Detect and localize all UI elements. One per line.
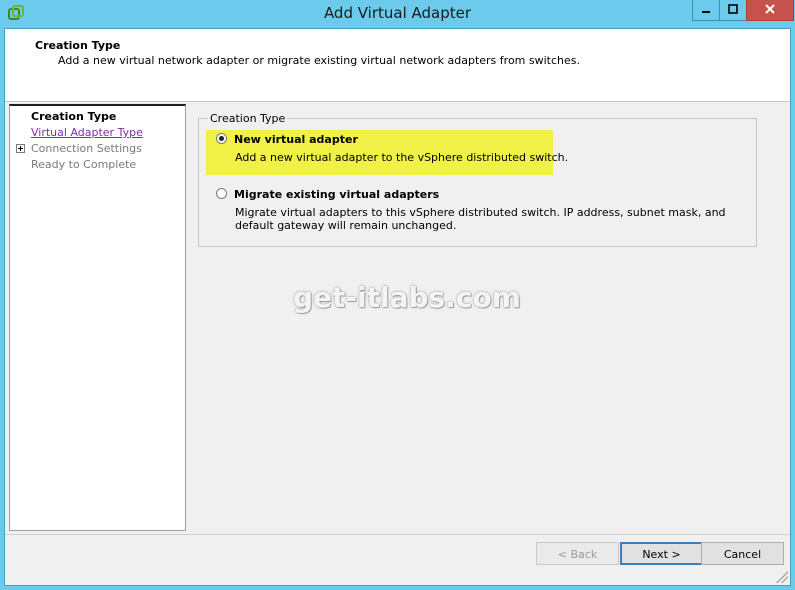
- new-virtual-adapter-description: Add a new virtual adapter to the vSphere…: [235, 151, 569, 164]
- migrate-adapters-description: Migrate virtual adapters to this vSphere…: [235, 206, 726, 232]
- cancel-button[interactable]: Cancel: [701, 542, 784, 565]
- new-virtual-adapter-label[interactable]: New virtual adapter: [234, 133, 358, 146]
- minimize-button[interactable]: [692, 0, 720, 21]
- maximize-button[interactable]: [719, 0, 747, 21]
- watermark: get-itlabs.com: [293, 281, 521, 314]
- title-bar: Add Virtual Adapter: [0, 0, 795, 28]
- back-button[interactable]: < Back: [536, 542, 619, 565]
- new-virtual-adapter-radio[interactable]: [216, 133, 227, 144]
- dialog-client: Creation Type Add a new virtual network …: [4, 28, 791, 586]
- step-creation-type: Creation Type: [31, 110, 117, 123]
- resize-grip[interactable]: [776, 571, 788, 583]
- migrate-adapters-label[interactable]: Migrate existing virtual adapters: [234, 188, 439, 201]
- step-ready-to-complete: Ready to Complete: [31, 158, 137, 171]
- window-title: Add Virtual Adapter: [323, 4, 472, 22]
- next-button[interactable]: Next >: [620, 542, 703, 565]
- close-icon: [765, 4, 775, 14]
- footer-divider: [5, 534, 790, 535]
- maximize-icon: [728, 4, 738, 14]
- creation-type-group-label: Creation Type: [208, 112, 288, 125]
- expand-plus-icon[interactable]: [16, 144, 25, 153]
- header-description: Add a new virtual network adapter or mig…: [58, 54, 580, 67]
- wizard-header: Creation Type Add a new virtual network …: [5, 29, 790, 102]
- close-button[interactable]: [746, 0, 794, 21]
- step-connection-settings: Connection Settings: [31, 142, 142, 155]
- wizard-steps-panel: Creation Type Virtual Adapter Type Conne…: [9, 104, 186, 531]
- migrate-adapters-radio[interactable]: [216, 188, 227, 199]
- header-title: Creation Type: [35, 39, 121, 52]
- step-virtual-adapter-type[interactable]: Virtual Adapter Type: [31, 126, 143, 139]
- minimize-icon: [702, 11, 710, 13]
